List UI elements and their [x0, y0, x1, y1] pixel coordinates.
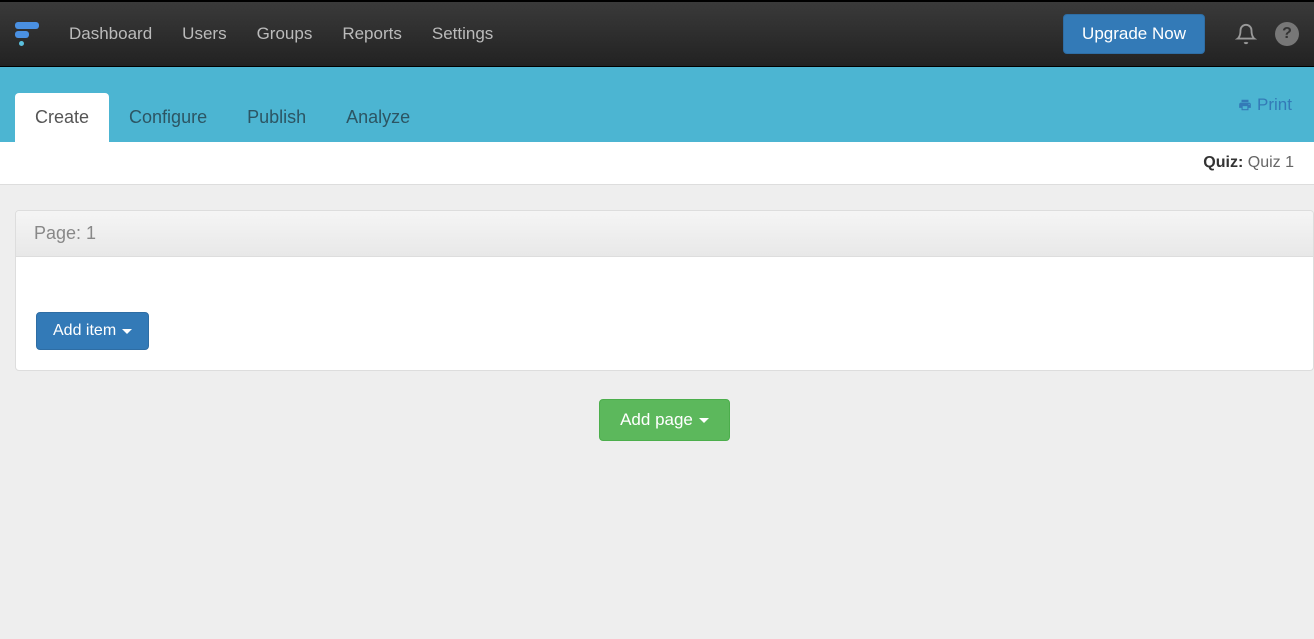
nav-settings[interactable]: Settings — [432, 24, 493, 44]
tab-publish[interactable]: Publish — [227, 93, 326, 142]
nav-dashboard[interactable]: Dashboard — [69, 24, 152, 44]
subnav-tabs: Create Configure Publish Analyze — [15, 93, 430, 142]
sub-navbar: Create Configure Publish Analyze Print — [0, 67, 1314, 142]
app-logo[interactable] — [15, 19, 39, 49]
quiz-bar: Quiz: Quiz 1 — [0, 142, 1314, 185]
print-label: Print — [1257, 95, 1292, 115]
add-page-wrapper: Add page — [15, 399, 1314, 441]
tab-configure[interactable]: Configure — [109, 93, 227, 142]
tab-create[interactable]: Create — [15, 93, 109, 142]
caret-down-icon — [122, 329, 132, 334]
content-area: Page: 1 Add item Add page — [0, 185, 1314, 441]
bell-icon[interactable] — [1235, 23, 1257, 45]
upgrade-button[interactable]: Upgrade Now — [1063, 14, 1205, 54]
nav-users[interactable]: Users — [182, 24, 226, 44]
print-icon — [1237, 98, 1253, 112]
add-item-label: Add item — [53, 322, 116, 340]
nav-groups[interactable]: Groups — [257, 24, 313, 44]
page-body: Add item — [16, 257, 1313, 370]
help-icon[interactable]: ? — [1275, 22, 1299, 46]
main-navbar: Dashboard Users Groups Reports Settings … — [0, 2, 1314, 67]
caret-down-icon — [699, 418, 709, 423]
page-panel: Page: 1 Add item — [15, 210, 1314, 371]
tab-analyze[interactable]: Analyze — [326, 93, 430, 142]
print-link[interactable]: Print — [1237, 95, 1292, 115]
nav-icons: ? — [1235, 22, 1299, 46]
page-header: Page: 1 — [16, 211, 1313, 257]
add-page-button[interactable]: Add page — [599, 399, 730, 441]
quiz-name: Quiz 1 — [1248, 154, 1294, 171]
quiz-label: Quiz: — [1203, 154, 1243, 171]
nav-links: Dashboard Users Groups Reports Settings — [69, 24, 493, 44]
add-item-button[interactable]: Add item — [36, 312, 149, 350]
nav-reports[interactable]: Reports — [342, 24, 402, 44]
add-page-label: Add page — [620, 410, 693, 430]
